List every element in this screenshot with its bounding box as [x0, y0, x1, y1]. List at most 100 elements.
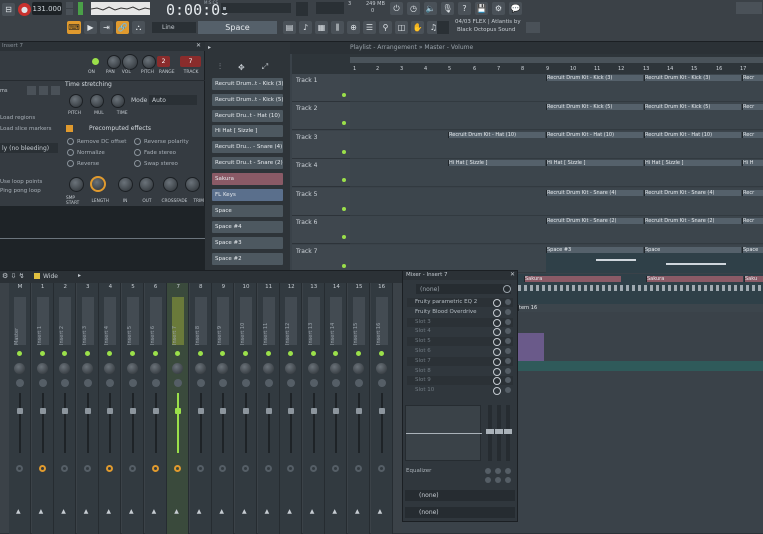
strip-route-icon[interactable] [264, 465, 272, 472]
touch-controller-icon[interactable]: ✋ [411, 21, 424, 34]
normalize-option[interactable]: Normalize [67, 149, 105, 156]
empty-fx-slot[interactable]: Slot 5 [407, 337, 513, 347]
strip-send-arrow-icon[interactable]: ▲ [378, 508, 383, 515]
channel-slot[interactable]: Recruit Drum..t - Kick (5) [212, 94, 283, 106]
step-icon[interactable]: ⇥ [100, 21, 113, 34]
trim-knob[interactable] [185, 177, 200, 192]
mixer-strip-insert-13[interactable]: 13 Insert 13 ▲ [302, 283, 325, 534]
template-icon[interactable]: ◫ [395, 21, 408, 34]
equalizer-graph[interactable] [405, 405, 482, 461]
mixer-strip-insert-4[interactable]: 4 Insert 4 ▲ [99, 283, 122, 534]
track-header[interactable]: Track 1 [292, 74, 350, 102]
pattern-clip[interactable]: Recruit Drum Kit - Kick (5) [644, 104, 741, 110]
fx-enable-icon[interactable] [493, 328, 501, 337]
channel-rack-icon[interactable]: ▦ [315, 21, 328, 34]
reverse-option[interactable]: Reverse [67, 160, 99, 167]
pattern-clip[interactable]: Hi Hat [ Sizzle ] [448, 160, 545, 166]
strip-volume-fader[interactable] [220, 408, 227, 414]
pattern-song-toggle-icon[interactable]: ⊟ [2, 3, 15, 16]
pattern-clip[interactable]: Hi Hat [ Sizzle ] [546, 160, 643, 166]
pattern-clip[interactable]: Recr [742, 132, 763, 138]
close-icon[interactable]: ✕ [510, 271, 515, 278]
arrow-icon[interactable]: ▸ [208, 44, 215, 51]
strip-pan-knob[interactable] [36, 363, 48, 374]
strip-send-arrow-icon[interactable]: ▲ [355, 508, 360, 515]
strip-send-arrow-icon[interactable]: ▲ [287, 508, 292, 515]
strip-send-arrow-icon[interactable]: ▲ [129, 508, 134, 515]
strip-stereo-knob[interactable] [83, 379, 92, 387]
fx-slot[interactable]: Fruity Blood Overdrive [407, 307, 513, 317]
sakura-lane[interactable]: Sakura Sakura Saku [518, 274, 763, 304]
track-lane[interactable]: Recruit Drum Kit - Kick (5) Recruit Drum… [350, 102, 763, 130]
strip-pan-knob[interactable] [375, 363, 387, 374]
link-icon[interactable]: 🔗 [116, 21, 129, 34]
master-pitch-slider[interactable] [316, 2, 344, 14]
strip-volume-fader[interactable] [288, 408, 295, 414]
chat-icon[interactable]: 💬 [509, 2, 522, 15]
fx-mix-knob[interactable] [505, 367, 511, 374]
strip-on-led[interactable] [107, 351, 113, 356]
strip-send-arrow-icon[interactable]: ▲ [84, 508, 89, 515]
channel-slot[interactable]: Space #2 [212, 253, 283, 265]
fx-mix-knob[interactable] [505, 308, 511, 315]
play-arrow-icon[interactable]: ▶ [84, 21, 97, 34]
eq-gain-faders[interactable] [486, 405, 514, 461]
close-icon[interactable]: ✕ [196, 42, 201, 49]
empty-fx-slot[interactable]: Slot 4 [407, 327, 513, 337]
volume-knob[interactable] [122, 54, 138, 70]
pattern-clip[interactable]: Hi Hat [ Sizzle ] [644, 160, 741, 166]
mixer-strip-insert-5[interactable]: 5 Insert 5 ▲ [122, 283, 144, 534]
mixer-tools-icon[interactable]: ⚙ ⇩ ↯ [2, 272, 24, 280]
empty-fx-slot[interactable]: Slot 3 [407, 317, 513, 327]
fx-mix-knob[interactable] [505, 357, 511, 364]
fx-enable-icon[interactable] [493, 338, 501, 347]
strip-on-led[interactable] [333, 351, 339, 356]
eq-freq-knobs[interactable] [483, 466, 515, 486]
track-lane[interactable]: Recruit Drum Kit - Snare (4) Recruit Dru… [350, 188, 763, 216]
strip-stereo-knob[interactable] [219, 379, 228, 387]
strip-volume-fader[interactable] [130, 408, 136, 414]
strip-route-icon[interactable] [16, 465, 23, 472]
strip-route-icon[interactable] [151, 465, 159, 472]
strip-on-led[interactable] [378, 351, 384, 356]
load-slice-markers-option[interactable]: Load slice markers [0, 126, 52, 132]
empty-fx-slot[interactable]: Slot 6 [407, 347, 513, 356]
clock-icon[interactable]: ◷ [407, 2, 420, 15]
mixer-strip-insert-11[interactable]: 11 Insert 11 ▲ [257, 283, 280, 534]
mixer-strip-insert-3[interactable]: 3 Insert 3 ▲ [76, 283, 99, 534]
pattern-clip[interactable]: Recruit Drum Kit - Hat (10) [546, 132, 643, 138]
strip-stereo-knob[interactable] [38, 379, 47, 387]
strip-volume-fader[interactable] [265, 408, 272, 414]
channel-slot[interactable]: Recruit Dru... - Snare (4) [212, 141, 283, 153]
strip-on-led[interactable] [17, 351, 22, 356]
pattern-clip[interactable]: Recr [742, 104, 763, 110]
channel-slot[interactable]: Recruit Dru..t - Snare (2) [212, 157, 283, 169]
piano-roll-icon[interactable]: ♪ [299, 21, 312, 34]
track-header[interactable]: Track 5 [292, 188, 350, 216]
strip-send-arrow-icon[interactable]: ▲ [332, 508, 337, 515]
strip-stereo-knob[interactable] [196, 379, 205, 387]
microphone-icon[interactable]: 🎙 [441, 2, 454, 15]
mixer-strip-insert-16[interactable]: 16 Insert 16 ▲ [370, 283, 393, 534]
strip-volume-fader[interactable] [62, 408, 69, 414]
remove-dc-offset-option[interactable]: Remove DC offset [67, 138, 126, 145]
playlist-icon[interactable]: ▤ [283, 21, 296, 34]
strip-volume-fader[interactable] [356, 408, 362, 414]
strip-volume-fader[interactable] [84, 408, 91, 414]
speaker-icon[interactable]: 🔈 [424, 2, 437, 15]
strip-send-arrow-icon[interactable]: ▲ [61, 508, 66, 515]
ping-pong-loop-option[interactable]: Ping pong loop [0, 188, 41, 194]
input-icon[interactable] [503, 285, 511, 293]
pattern-clip[interactable]: Recruit Drum Kit - Kick (5) [546, 104, 643, 110]
strip-pan-knob[interactable] [59, 363, 71, 374]
fade-out-knob[interactable] [139, 177, 154, 192]
strip-route-icon[interactable] [129, 465, 136, 472]
pattern-clip[interactable]: Recruit Drum Kit - Snare (4) [644, 190, 741, 196]
browser-icon[interactable]: ☰ [363, 21, 376, 34]
strip-on-led[interactable] [152, 351, 158, 356]
strip-stereo-knob[interactable] [287, 379, 296, 387]
teal-clip[interactable] [518, 361, 763, 371]
strip-volume-fader[interactable] [39, 408, 46, 414]
strip-pan-knob[interactable] [307, 363, 319, 374]
strip-stereo-knob[interactable] [16, 379, 24, 387]
